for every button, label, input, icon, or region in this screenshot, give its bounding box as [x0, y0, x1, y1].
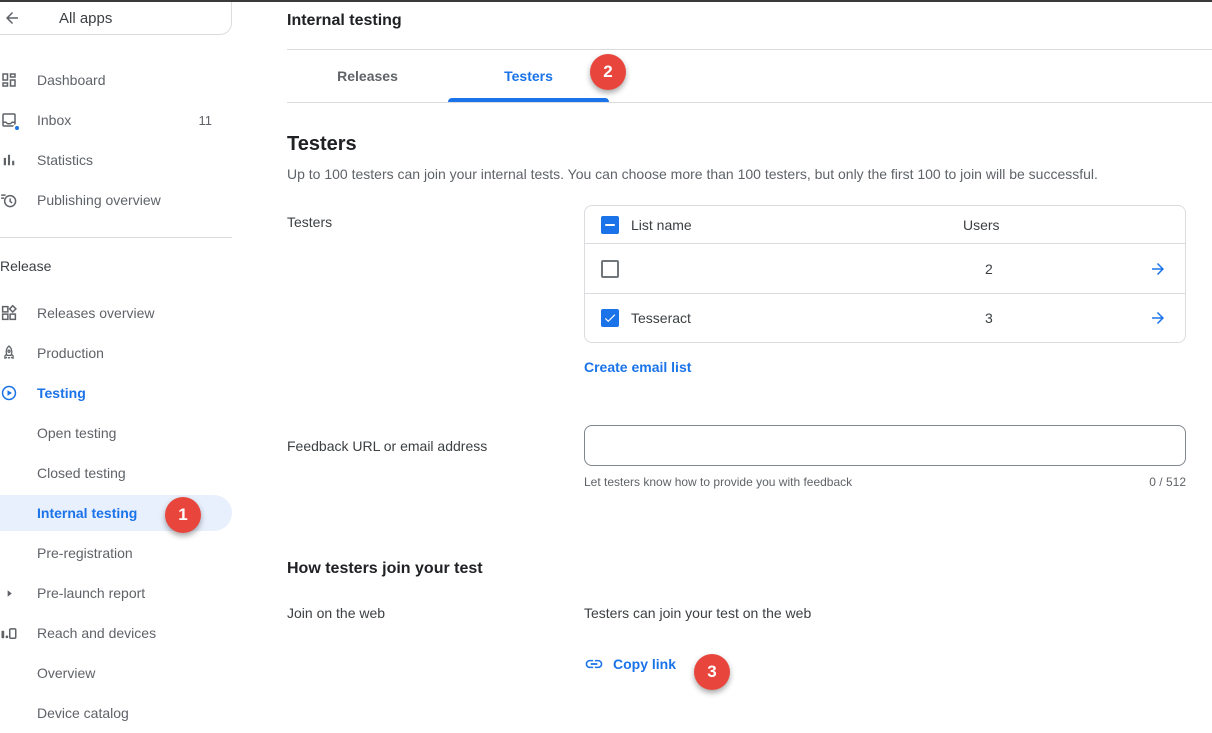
row-checkbox[interactable] — [601, 309, 619, 327]
copy-link-button[interactable]: Copy link — [584, 654, 676, 674]
sidebar-item-label: Internal testing — [37, 505, 137, 521]
tab-testers[interactable]: Testers — [448, 50, 609, 102]
testers-row-label: Testers — [287, 205, 584, 377]
sidebar-item-open-testing[interactable]: Open testing — [0, 413, 232, 453]
testing-icon — [0, 384, 18, 402]
statistics-icon — [0, 151, 18, 169]
feedback-row-label: Feedback URL or email address — [287, 425, 584, 489]
all-apps-label: All apps — [59, 10, 112, 27]
sidebar-item-label: Statistics — [37, 152, 93, 168]
active-tab-indicator — [448, 98, 609, 102]
table-header-row: List name Users — [585, 206, 1185, 244]
row-checkbox[interactable] — [601, 260, 619, 278]
sidebar-item-statistics[interactable]: Statistics — [0, 140, 232, 180]
create-email-list-link[interactable]: Create email list — [584, 359, 691, 375]
feedback-url-input[interactable] — [584, 425, 1186, 466]
sidebar-item-label: Inbox — [37, 112, 71, 128]
sidebar-item-pre-registration[interactable]: Pre-registration — [0, 533, 232, 573]
sidebar-item-label: Reach and devices — [37, 625, 156, 641]
annotation-marker-1: 1 — [165, 497, 201, 533]
sidebar-item-releases-overview[interactable]: Releases overview — [0, 293, 232, 333]
publishing-overview-icon — [0, 191, 18, 209]
reach-devices-icon — [0, 624, 18, 642]
sidebar-item-device-catalog[interactable]: Device catalog — [0, 693, 232, 733]
open-list-arrow-icon[interactable] — [1131, 260, 1185, 278]
sidebar: All apps Dashboard Inbox 11 Statistics — [0, 2, 232, 726]
sidebar-item-label: Releases overview — [37, 305, 155, 321]
join-section-heading: How testers join your test — [287, 559, 1212, 579]
column-header-users: Users — [963, 217, 1131, 233]
join-web-text: Testers can join your test on the web — [584, 605, 811, 621]
sidebar-item-label: Open testing — [37, 425, 116, 441]
sidebar-item-label: Pre-launch report — [37, 585, 145, 601]
inbox-notification-dot — [13, 124, 21, 132]
sidebar-item-production[interactable]: Production — [0, 333, 232, 373]
select-all-checkbox[interactable] — [601, 216, 619, 234]
tab-label: Testers — [504, 68, 553, 84]
sidebar-item-label: Overview — [37, 665, 95, 681]
back-arrow-icon — [3, 9, 21, 27]
sidebar-item-dashboard[interactable]: Dashboard — [0, 60, 232, 100]
table-row: 2 — [585, 244, 1185, 293]
annotation-marker-3: 3 — [694, 654, 730, 690]
open-list-arrow-icon[interactable] — [1131, 309, 1185, 327]
main-content: Internal testing Releases Testers Tester… — [287, 2, 1212, 726]
sidebar-item-publishing-overview[interactable]: Publishing overview — [0, 180, 232, 220]
sidebar-nav: Dashboard Inbox 11 Statistics Publishing… — [0, 35, 232, 733]
releases-overview-icon — [0, 304, 18, 322]
sidebar-item-label: Production — [37, 345, 104, 361]
sidebar-item-label: Publishing overview — [37, 192, 161, 208]
testers-table: List name Users 2 — [584, 205, 1186, 343]
feedback-hint: Let testers know how to provide you with… — [584, 475, 852, 489]
page-title: Internal testing — [287, 2, 1212, 50]
inbox-count-badge: 11 — [199, 113, 233, 128]
table-row: Tesseract 3 — [585, 293, 1185, 342]
sidebar-item-inbox[interactable]: Inbox 11 — [0, 100, 232, 140]
top-edge-divider — [0, 0, 1212, 2]
join-web-label: Join on the web — [287, 605, 584, 621]
annotation-marker-2: 2 — [590, 54, 626, 90]
join-web-row: Join on the web Testers can join your te… — [287, 605, 1212, 621]
tab-releases[interactable]: Releases — [287, 50, 448, 102]
list-name: Tesseract — [631, 310, 963, 326]
expand-arrow-icon — [0, 584, 18, 602]
character-counter: 0 / 512 — [1149, 475, 1186, 489]
testers-description: Up to 100 testers can join your internal… — [287, 166, 1147, 183]
sidebar-item-label: Closed testing — [37, 465, 126, 481]
sidebar-item-reach-and-devices[interactable]: Reach and devices — [0, 613, 232, 653]
all-apps-button[interactable]: All apps — [0, 2, 232, 35]
sidebar-item-overview[interactable]: Overview — [0, 653, 232, 693]
sidebar-item-label: Dashboard — [37, 72, 106, 88]
tab-label: Releases — [337, 68, 398, 84]
sidebar-section-release: Release — [0, 255, 232, 277]
testers-section-heading: Testers — [287, 132, 1212, 156]
production-icon — [0, 344, 18, 362]
users-count: 2 — [963, 261, 1131, 277]
testers-form-row: Testers List name Users — [287, 205, 1212, 377]
copy-link-label: Copy link — [613, 656, 676, 672]
sidebar-item-closed-testing[interactable]: Closed testing — [0, 453, 232, 493]
sidebar-item-testing[interactable]: Testing — [0, 373, 232, 413]
sidebar-item-pre-launch-report[interactable]: Pre-launch report — [0, 573, 232, 613]
users-count: 3 — [963, 310, 1131, 326]
sidebar-item-label: Testing — [37, 385, 86, 401]
copy-link-row: Copy link — [287, 654, 1212, 679]
inbox-icon — [0, 111, 18, 129]
dashboard-icon — [0, 71, 18, 89]
sidebar-item-label: Device catalog — [37, 705, 129, 721]
column-header-list-name: List name — [631, 217, 963, 233]
link-icon — [584, 654, 604, 674]
sidebar-divider — [0, 237, 232, 238]
tab-bar: Releases Testers — [287, 50, 1212, 103]
sidebar-item-label: Pre-registration — [37, 545, 133, 561]
feedback-form-row: Feedback URL or email address Let tester… — [287, 425, 1212, 489]
